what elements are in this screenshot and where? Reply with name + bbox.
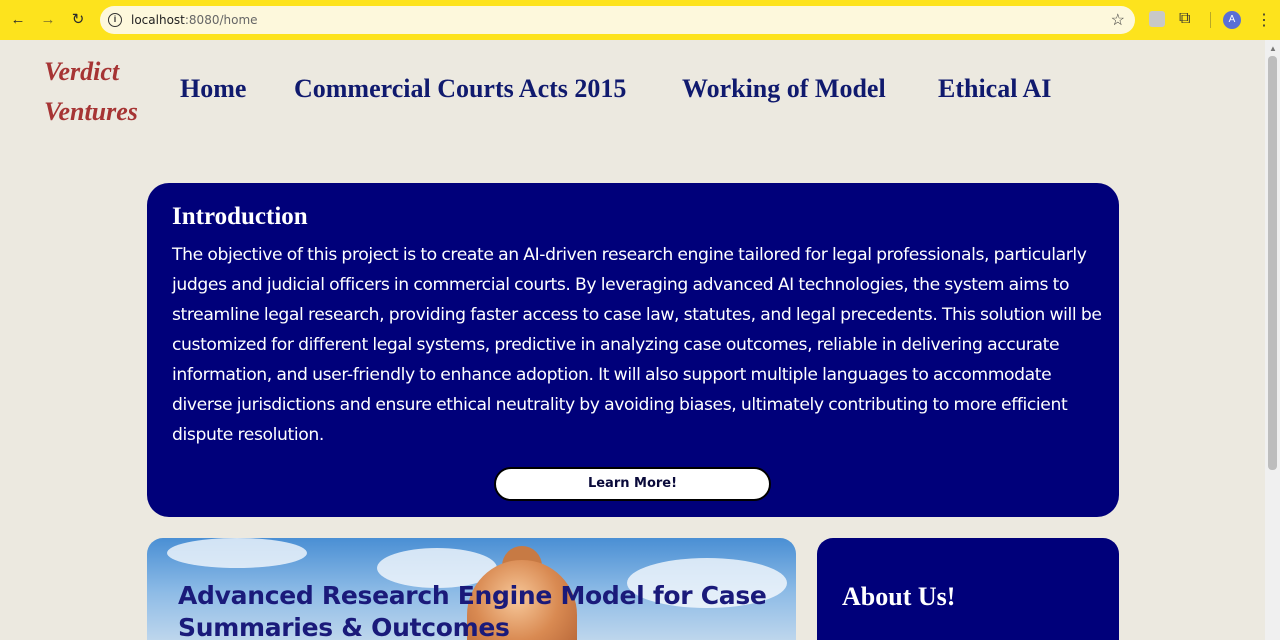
cloud-shape bbox=[167, 538, 307, 568]
info-icon[interactable]: i bbox=[108, 13, 122, 27]
page-scrollbar[interactable]: ▲ bbox=[1265, 40, 1280, 640]
reload-icon[interactable]: ↻ bbox=[67, 9, 89, 31]
introduction-card: Introduction The objective of this proje… bbox=[147, 183, 1119, 517]
about-card: About Us! bbox=[817, 538, 1119, 640]
learn-more-button[interactable]: Learn More! bbox=[494, 467, 771, 501]
star-icon[interactable]: ☆ bbox=[1111, 10, 1125, 30]
logo-line-2: Ventures bbox=[44, 97, 138, 126]
scrollbar-thumb[interactable] bbox=[1268, 56, 1277, 470]
nav-commercial-courts-acts[interactable]: Commercial Courts Acts 2015 bbox=[294, 74, 626, 104]
nav-working-of-model[interactable]: Working of Model bbox=[682, 74, 886, 104]
logo-line-1: Verdict bbox=[44, 57, 120, 86]
menu-icon[interactable]: ⋮ bbox=[1256, 10, 1272, 30]
url-text[interactable]: localhost:8080/home bbox=[131, 13, 258, 27]
url-host: localhost bbox=[131, 13, 185, 27]
intro-title: Introduction bbox=[172, 203, 308, 230]
toolbar-divider bbox=[1210, 12, 1211, 28]
extension-icon[interactable] bbox=[1149, 11, 1165, 27]
site-logo[interactable]: Verdict Ventures bbox=[44, 52, 154, 132]
about-title: About Us! bbox=[842, 582, 956, 611]
scroll-up-icon[interactable]: ▲ bbox=[1269, 44, 1277, 53]
research-title: Advanced Research Engine Model for Case … bbox=[178, 581, 767, 640]
browser-toolbar: ← → ↻ i localhost:8080/home ☆ ⧉ A ⋮ bbox=[0, 0, 1280, 40]
forward-icon[interactable]: → bbox=[37, 9, 59, 31]
intro-body: The objective of this project is to crea… bbox=[172, 245, 1102, 445]
url-path: :8080/home bbox=[184, 13, 258, 27]
research-card: Advanced Research Engine Model for Case … bbox=[147, 538, 796, 640]
puzzle-icon[interactable]: ⧉ bbox=[1179, 11, 1195, 27]
nav-home[interactable]: Home bbox=[180, 74, 246, 104]
profile-avatar[interactable]: A bbox=[1223, 11, 1241, 29]
address-bar[interactable]: i localhost:8080/home ☆ bbox=[100, 6, 1135, 34]
nav-ethical-ai[interactable]: Ethical AI bbox=[938, 74, 1051, 104]
back-icon[interactable]: ← bbox=[7, 9, 29, 31]
